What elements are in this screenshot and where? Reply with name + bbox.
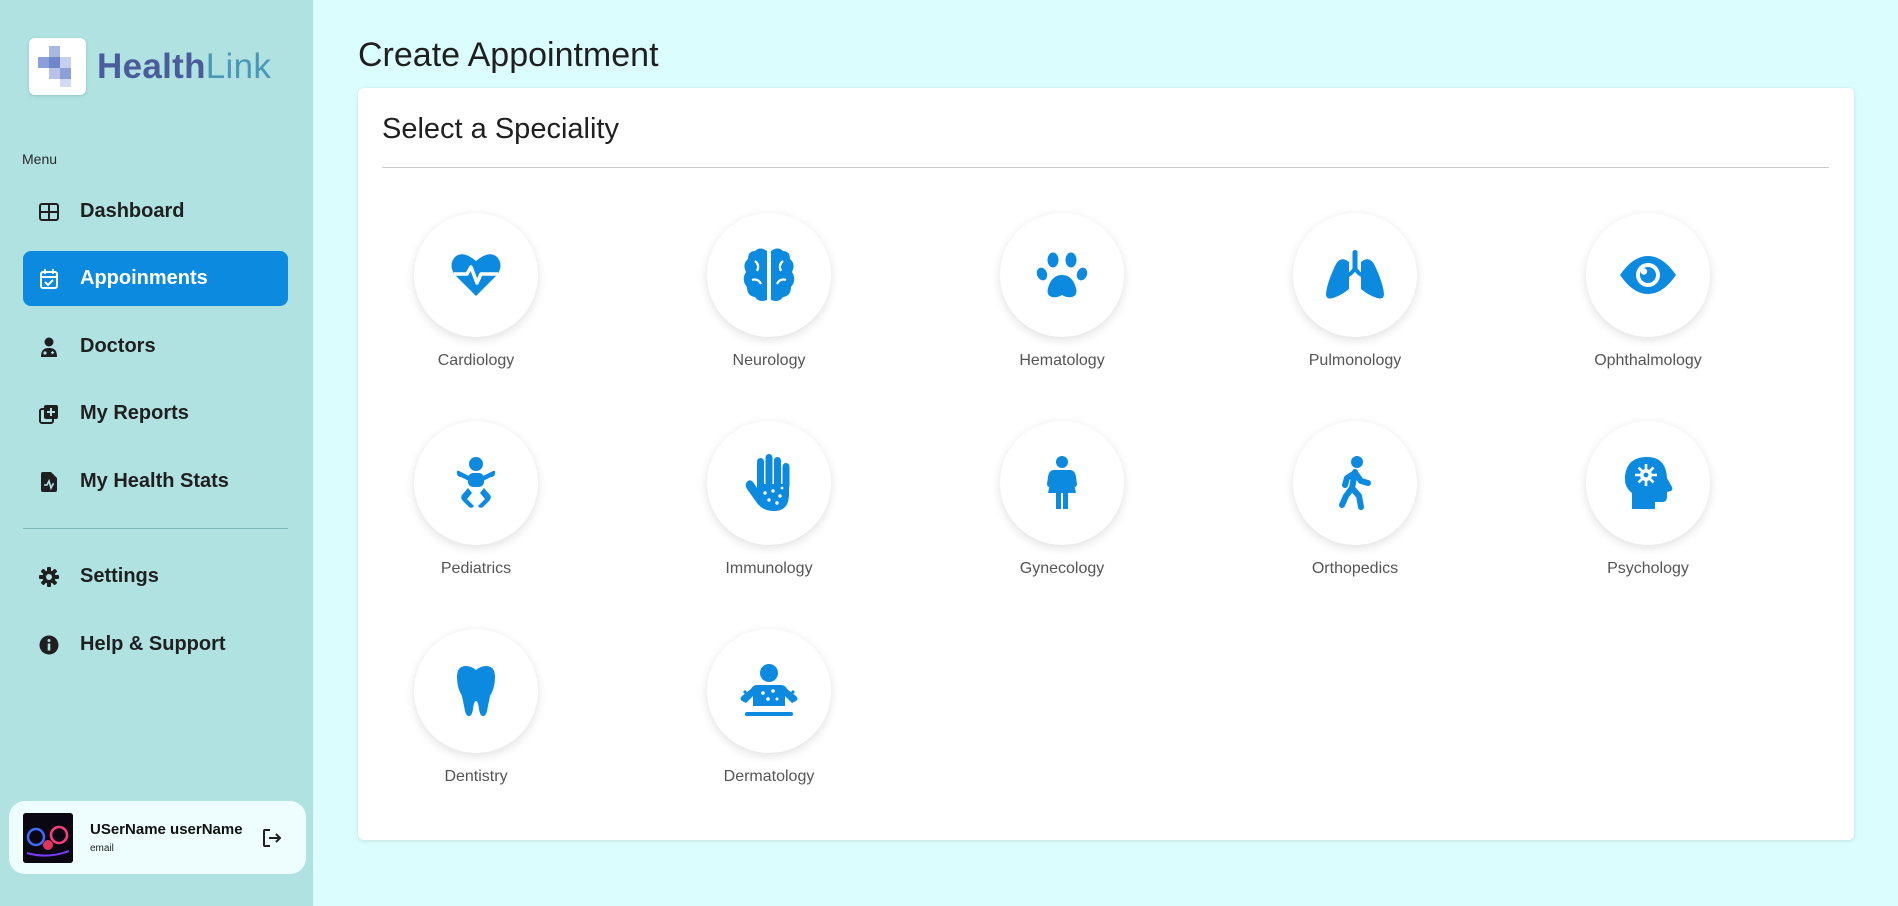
speciality-circle[interactable]	[1000, 213, 1124, 337]
eye-icon	[1620, 256, 1676, 294]
user-card: USerName userName email	[9, 801, 306, 874]
calendar-check-icon	[39, 268, 59, 289]
speciality-name: Gynecology	[1019, 560, 1105, 577]
speciality-name: Immunology	[725, 560, 813, 577]
lungs-icon	[1326, 250, 1384, 299]
speciality-name: Orthopedics	[1311, 560, 1399, 577]
speciality-circle[interactable]	[414, 213, 538, 337]
user-email: email	[90, 843, 114, 854]
speciality-orthopedics[interactable]: Orthopedics	[1255, 421, 1455, 578]
logout-icon[interactable]	[262, 828, 282, 848]
brand-logo[interactable]: HealthLink	[29, 38, 271, 95]
speciality-card: Select a Speciality Cardiology Neurology…	[358, 88, 1854, 840]
speciality-circle[interactable]	[414, 629, 538, 753]
sidebar-item-label: Settings	[80, 565, 159, 587]
doctor-icon	[39, 337, 59, 357]
sidebar-item-settings[interactable]: Settings	[23, 549, 288, 604]
info-icon	[39, 635, 59, 655]
add-report-icon	[39, 404, 59, 424]
brand-name-part1: Health	[97, 46, 206, 86]
speciality-immunology[interactable]: Immunology	[669, 421, 869, 578]
card-title: Select a Speciality	[382, 113, 619, 145]
sidebar-item-label: Appoinments	[80, 267, 208, 289]
brand-name-part2: Link	[205, 46, 272, 86]
woman-icon	[1047, 456, 1077, 509]
speciality-name: Pediatrics	[440, 560, 512, 577]
speciality-neurology[interactable]: Neurology	[669, 213, 869, 370]
paw-icon	[1036, 252, 1088, 298]
menu-label: Menu	[22, 151, 58, 167]
avatar[interactable]	[23, 812, 73, 863]
speciality-circle[interactable]	[1000, 421, 1124, 545]
card-divider	[382, 167, 1829, 168]
speciality-circle[interactable]	[707, 213, 831, 337]
speciality-cardiology[interactable]: Cardiology	[376, 213, 576, 370]
sidebar-item-label: Doctors	[80, 335, 156, 357]
sidebar-item-appointments[interactable]: Appoinments	[23, 251, 288, 306]
speciality-name: Pulmonology	[1308, 352, 1402, 369]
sidebar-item-doctors[interactable]: Doctors	[23, 319, 288, 374]
sidebar-item-health-stats[interactable]: My Health Stats	[23, 454, 288, 509]
speciality-name: Ophthalmology	[1594, 352, 1702, 369]
speciality-name: Cardiology	[437, 352, 515, 369]
speciality-circle[interactable]	[707, 421, 831, 545]
sidebar-divider	[23, 528, 288, 529]
user-name: USerName userName	[90, 821, 243, 838]
sidebar-item-dashboard[interactable]: Dashboard	[23, 184, 288, 239]
speciality-circle[interactable]	[1293, 421, 1417, 545]
heartbeat-icon	[451, 254, 501, 296]
sidebar-item-label: Dashboard	[80, 200, 185, 222]
sidebar: HealthLink Menu Dashboard Appoinments Do…	[0, 0, 313, 906]
speciality-hematology[interactable]: Hematology	[962, 213, 1162, 370]
speciality-dermatology[interactable]: Dermatology	[669, 629, 869, 786]
hand-dots-icon	[745, 454, 790, 511]
sidebar-item-help[interactable]: Help & Support	[23, 617, 288, 672]
speciality-gynecology[interactable]: Gynecology	[962, 421, 1162, 578]
speciality-name: Neurology	[732, 352, 806, 369]
speciality-circle[interactable]	[707, 629, 831, 753]
sidebar-item-label: Help & Support	[80, 633, 226, 655]
speciality-name: Psychology	[1607, 560, 1689, 577]
speciality-pediatrics[interactable]: Pediatrics	[376, 421, 576, 578]
speciality-circle[interactable]	[1586, 213, 1710, 337]
sidebar-item-label: My Health Stats	[80, 470, 229, 492]
speciality-ophthalmology[interactable]: Ophthalmology	[1548, 213, 1748, 370]
sidebar-item-label: My Reports	[80, 402, 189, 424]
brain-icon	[743, 248, 795, 301]
speciality-circle[interactable]	[414, 421, 538, 545]
file-stats-icon	[39, 471, 59, 492]
sidebar-item-my-reports[interactable]: My Reports	[23, 386, 288, 441]
speciality-name: Dentistry	[444, 768, 508, 785]
skin-icon	[740, 664, 798, 716]
speciality-psychology[interactable]: Psychology	[1548, 421, 1748, 578]
page-title: Create Appointment	[358, 36, 659, 74]
brand-name: HealthLink	[97, 47, 271, 87]
baby-icon	[456, 457, 496, 508]
tooth-icon	[457, 666, 495, 716]
speciality-circle[interactable]	[1293, 213, 1417, 337]
speciality-name: Dermatology	[723, 768, 815, 785]
logo-mark-icon	[29, 38, 86, 95]
person-walking-icon	[1339, 456, 1371, 510]
head-virus-icon	[1624, 457, 1673, 509]
speciality-pulmonology[interactable]: Pulmonology	[1255, 213, 1455, 370]
gear-icon	[39, 566, 59, 587]
speciality-dentistry[interactable]: Dentistry	[376, 629, 576, 786]
grid-icon	[39, 202, 59, 222]
speciality-name: Hematology	[1019, 352, 1105, 369]
speciality-circle[interactable]	[1586, 421, 1710, 545]
